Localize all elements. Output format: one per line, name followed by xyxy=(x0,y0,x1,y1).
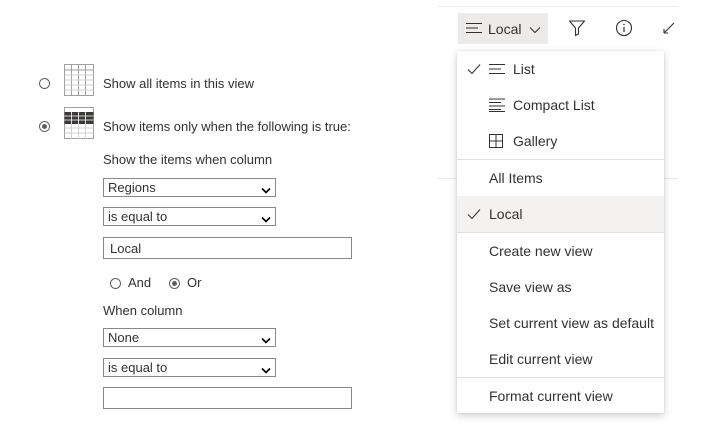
show-all-radio[interactable] xyxy=(39,78,50,89)
value1-input[interactable]: Local xyxy=(103,237,352,259)
filter-button[interactable] xyxy=(563,15,591,43)
command-bar-divider xyxy=(438,6,678,7)
menu-item-list[interactable]: List xyxy=(457,51,664,87)
chevron-down-icon xyxy=(261,212,271,227)
list-lines-icon xyxy=(466,21,482,37)
show-conditional-radio[interactable] xyxy=(39,121,50,132)
chevron-down-icon xyxy=(261,183,271,198)
column1-select-value: Regions xyxy=(108,180,156,195)
filtered-table-icon xyxy=(64,107,94,142)
or-radio[interactable] xyxy=(169,278,180,289)
menu-item-label: All Items xyxy=(489,170,543,186)
info-button[interactable] xyxy=(610,15,638,43)
checkmark-icon xyxy=(467,207,481,223)
view-switcher-button[interactable]: Local xyxy=(458,13,548,44)
menu-item-label: Gallery xyxy=(513,133,558,149)
operator1-select[interactable]: is equal to xyxy=(103,207,276,226)
and-label: And xyxy=(128,275,152,290)
menu-item-format-current-view[interactable]: Format current view xyxy=(457,378,664,414)
view-options-menu: List Compact List Gallery All Items Loca… xyxy=(457,51,664,413)
expand-icon xyxy=(660,19,678,40)
chevron-down-icon xyxy=(261,363,271,378)
operator2-select-value: is equal to xyxy=(108,360,168,375)
when-column-heading: When column xyxy=(103,303,183,318)
compact-list-icon xyxy=(489,98,505,115)
menu-item-label: Local xyxy=(489,206,523,222)
show-conditional-label: Show items only when the following is tr… xyxy=(103,119,351,134)
or-label: Or xyxy=(187,275,202,290)
menu-item-save-view-as[interactable]: Save view as xyxy=(457,269,664,305)
menu-item-label: Edit current view xyxy=(489,351,593,367)
menu-item-local[interactable]: Local xyxy=(457,196,664,232)
and-radio[interactable] xyxy=(110,278,121,289)
operator1-select-value: is equal to xyxy=(108,209,168,224)
value2-input[interactable] xyxy=(103,387,352,409)
menu-item-compact-list[interactable]: Compact List xyxy=(457,87,664,123)
value1-input-text: Local xyxy=(110,240,142,256)
expand-button[interactable] xyxy=(660,15,678,43)
operator2-select[interactable]: is equal to xyxy=(103,358,276,377)
column2-select[interactable]: None xyxy=(103,328,276,347)
menu-item-set-default-view[interactable]: Set current view as default xyxy=(457,305,664,341)
column-heading: Show the items when column xyxy=(103,152,273,167)
checkmark-icon xyxy=(467,62,481,78)
menu-item-gallery[interactable]: Gallery xyxy=(457,123,664,159)
filter-icon xyxy=(568,19,586,40)
menu-item-label: Create new view xyxy=(489,243,593,259)
all-items-table-icon xyxy=(64,64,94,99)
info-icon xyxy=(615,19,633,40)
view-switcher-label: Local xyxy=(488,20,522,37)
chevron-down-icon xyxy=(529,21,541,37)
column2-select-value: None xyxy=(108,330,140,345)
list-icon xyxy=(489,62,505,78)
gallery-icon xyxy=(489,134,503,151)
menu-item-label: Set current view as default xyxy=(489,315,654,331)
menu-item-edit-current-view[interactable]: Edit current view xyxy=(457,341,664,377)
chevron-down-icon xyxy=(261,333,271,348)
menu-item-create-new-view[interactable]: Create new view xyxy=(457,233,664,269)
menu-item-label: Save view as xyxy=(489,279,572,295)
menu-item-label: List xyxy=(513,61,535,77)
show-all-label: Show all items in this view xyxy=(103,76,254,91)
column1-select[interactable]: Regions xyxy=(103,178,276,197)
menu-item-label: Compact List xyxy=(513,97,595,113)
menu-item-label: Format current view xyxy=(489,388,613,404)
menu-item-all-items[interactable]: All Items xyxy=(457,160,664,196)
